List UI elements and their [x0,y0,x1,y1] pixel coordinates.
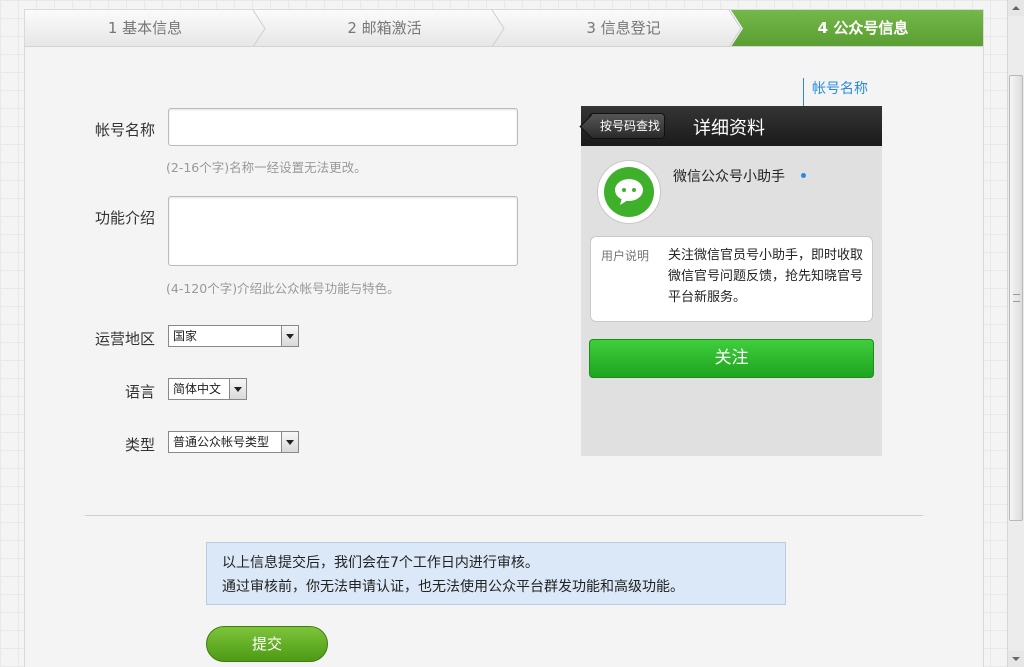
vertical-scrollbar[interactable] [1007,0,1024,667]
step-3: 3 信息登记 [504,10,743,47]
registration-panel: 1 基本信息 2 邮箱激活 3 信息登记 4 公众号信息 帐号名称 (2-16个… [24,9,984,667]
intro-label: 功能介绍 [94,209,155,227]
language-select[interactable]: 简体中文 [168,378,247,400]
account-name-hint: (2-16个字)名称一经设置无法更改。 [166,160,367,175]
divider [85,515,923,516]
intro-hint: (4-120个字)介绍此公众帐号功能与特色。 [166,281,400,296]
type-select-value: 普通公众帐号类型 [173,435,270,449]
step-3-label: 3 信息登记 [586,19,661,37]
notice-line-1: 以上信息提交后，我们会在7个工作日内进行审核。 [222,555,539,571]
region-select[interactable]: 国家 [168,325,299,347]
submit-button[interactable]: 提交 [206,626,328,662]
description-text: 关注微信官员号小助手，即时收取微信官号问题反馈，抢先知晓官号平台新服务。 [668,248,864,305]
scroll-down-icon[interactable] [1008,651,1024,667]
chevron-down-icon[interactable] [281,326,298,346]
language-select-value: 简体中文 [173,382,222,396]
step-4-active: 4 公众号信息 [743,10,983,47]
description-box: 用户说明 关注微信官员号小助手，即时收取微信官号问题反馈，抢先知晓官号平台新服务… [590,236,873,322]
step-progress-bar: 1 基本信息 2 邮箱激活 3 信息登记 4 公众号信息 [25,10,983,47]
back-button[interactable]: 按号码查找 [589,113,665,139]
review-notice: 以上信息提交后，我们会在7个工作日内进行审核。 通过审核前，你无法申请认证，也无… [206,542,786,605]
region-label: 运营地区 [94,330,155,348]
back-button-label: 按号码查找 [600,119,661,133]
step-1-label: 1 基本信息 [107,19,183,37]
type-label: 类型 [124,436,155,454]
language-label: 语言 [124,383,155,401]
description-label: 用户说明 [601,249,650,263]
profile-preview: 按号码查找 详细资料 微信公众号小助手 用户说明 关注微信官员号小助手，即时收取… [581,106,882,456]
step-1: 1 基本信息 [25,10,265,47]
scroll-up-icon[interactable] [1008,0,1024,16]
step-4-label: 4 公众号信息 [817,19,909,37]
intro-textarea[interactable] [168,196,518,266]
preview-title: 详细资料 [693,118,765,139]
wechat-logo-icon [604,167,654,217]
preview-navbar: 按号码查找 详细资料 [581,106,882,146]
chevron-down-icon[interactable] [229,379,246,399]
account-name-input[interactable] [168,108,518,146]
avatar [597,160,661,224]
notice-line-2: 通过审核前，你无法申请认证，也无法使用公众平台群发功能和高级功能。 [222,579,684,595]
step-2: 2 邮箱激活 [265,10,504,47]
account-name-label: 帐号名称 [94,121,155,139]
annotation-account-name: 帐号名称 [812,81,868,97]
chevron-down-icon[interactable] [281,432,298,452]
scroll-thumb[interactable] [1009,75,1023,521]
step-2-label: 2 邮箱激活 [347,19,422,37]
region-select-value: 国家 [173,329,198,343]
preview-account-name: 微信公众号小助手 [673,169,785,185]
type-select[interactable]: 普通公众帐号类型 [168,431,299,453]
annotation-dot [801,173,806,178]
follow-button[interactable]: 关注 [589,339,874,378]
